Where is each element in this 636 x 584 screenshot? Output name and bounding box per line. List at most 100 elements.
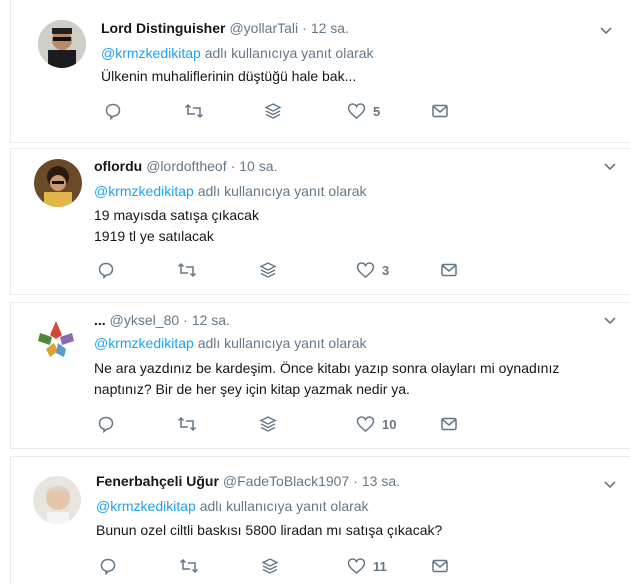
avatar-image: [38, 20, 86, 68]
chevron-down-icon[interactable]: [598, 22, 614, 38]
retweet-icon: [184, 103, 204, 119]
user-handle[interactable]: @yksel_80: [110, 312, 179, 328]
tweet-text-line: 1919 tl ye satılacak: [94, 228, 214, 244]
direct-message-button[interactable]: [440, 260, 458, 280]
reply-button[interactable]: [104, 101, 122, 121]
like-button[interactable]: 11: [347, 556, 387, 576]
direct-message-button[interactable]: [440, 414, 458, 434]
avatar[interactable]: [34, 159, 82, 207]
reply-context: @krmzkedikitap adlı kullanıcıya yanıt ol…: [101, 45, 374, 61]
display-name[interactable]: Lord Distinguisher: [101, 20, 225, 36]
chevron-down-icon[interactable]: [602, 158, 618, 174]
tweet-text-line: Ne ara yazdınız be kardeşim. Önce kitabı…: [94, 360, 560, 376]
like-count: 11: [373, 558, 387, 574]
tweet-header: Fenerbahçeli Uğur @FadeToBlack1907 · 13 sa.: [96, 473, 400, 489]
avatar[interactable]: [32, 315, 80, 363]
like-count: 10: [382, 416, 397, 432]
tweet[interactable]: Lord Distinguisher @yollarTali · 12 sa. @kr…: [0, 0, 636, 143]
like-count: 3: [382, 262, 390, 278]
heart-icon: [356, 262, 375, 278]
direct-message-button[interactable]: [431, 556, 449, 576]
display-name[interactable]: ...: [94, 312, 106, 328]
stack-icon: [264, 103, 282, 119]
reply-mention-link[interactable]: @krmzkedikitap: [101, 45, 201, 61]
reply-context-text: adlı kullanıcıya yanıt olarak: [204, 45, 374, 61]
reply-mention-link[interactable]: @krmzkedikitap: [94, 183, 194, 199]
retweet-button[interactable]: [179, 556, 199, 576]
stack-icon: [259, 416, 277, 432]
like-button[interactable]: 10: [356, 414, 396, 434]
stack-button[interactable]: [259, 260, 277, 280]
timestamp[interactable]: 13 sa.: [362, 473, 400, 489]
reply-button[interactable]: [97, 414, 115, 434]
like-button[interactable]: 3: [356, 260, 389, 280]
mail-icon: [432, 559, 448, 573]
tweet-text: Bunun ozel ciltli baskısı 5800 liradan m…: [96, 520, 442, 541]
like-count: 5: [373, 103, 381, 119]
display-name[interactable]: oflordu: [94, 158, 142, 174]
tweet-actions: 10: [94, 414, 457, 434]
stack-icon: [259, 262, 277, 278]
reply-icon: [98, 262, 114, 279]
heart-icon: [356, 416, 375, 432]
reply-icon: [105, 103, 121, 120]
separator: ·: [302, 20, 307, 36]
reply-context: @krmzkedikitap adlı kullanıcıya yanıt ol…: [94, 183, 367, 199]
chevron-down-icon[interactable]: [602, 476, 618, 492]
tweet-actions: 3: [94, 260, 457, 280]
timestamp[interactable]: 10 sa.: [239, 158, 277, 174]
stack-button[interactable]: [264, 101, 282, 121]
reply-button[interactable]: [97, 260, 115, 280]
tweet-text-line: 19 mayısda satışa çıkacak: [94, 207, 259, 223]
tweet[interactable]: oflordu @lordoftheof · 10 sa. @krmzkedikita…: [10, 148, 636, 295]
tweet-text-line: naptınız? Bir de her şey için kitap yazm…: [94, 381, 410, 397]
tweet-header: Lord Distinguisher @yollarTali · 12 sa.: [101, 20, 349, 36]
direct-message-button[interactable]: [431, 101, 449, 121]
timestamp[interactable]: 12 sa.: [311, 20, 349, 36]
avatar-image: [34, 159, 82, 207]
reply-icon: [100, 558, 116, 575]
retweet-icon: [179, 558, 199, 574]
stack-button[interactable]: [259, 414, 277, 434]
reply-icon: [98, 416, 114, 433]
tweet-actions: 11: [96, 556, 456, 576]
heart-icon: [347, 558, 366, 574]
reply-mention-link[interactable]: @krmzkedikitap: [96, 498, 196, 514]
display-name[interactable]: Fenerbahçeli Uğur: [96, 473, 219, 489]
timestamp[interactable]: 12 sa.: [192, 312, 230, 328]
reply-context-text: adlı kullanıcıya yanıt olarak: [197, 335, 367, 351]
tweet-actions: 5: [101, 101, 461, 121]
retweet-button[interactable]: [184, 101, 204, 121]
user-handle[interactable]: @FadeToBlack1907: [223, 473, 349, 489]
tweet[interactable]: ... @yksel_80 · 12 sa. @krmzkedikitap adlı …: [10, 302, 636, 449]
retweet-icon: [177, 416, 197, 432]
retweet-button[interactable]: [177, 260, 197, 280]
tweet-text-line: Bunun ozel ciltli baskısı 5800 liradan m…: [96, 522, 443, 538]
mail-icon: [441, 263, 457, 277]
user-handle[interactable]: @yollarTali: [229, 20, 298, 36]
avatar[interactable]: [38, 20, 86, 68]
stack-icon: [261, 558, 279, 574]
reply-mention-link[interactable]: @krmzkedikitap: [94, 335, 194, 351]
reply-context-text: adlı kullanıcıya yanıt olarak: [197, 183, 367, 199]
user-handle[interactable]: @lordoftheof: [146, 158, 226, 174]
retweet-button[interactable]: [177, 414, 197, 434]
tweet-text: Ülkenin muhaliflerinin düştüğü hale bak.…: [101, 66, 356, 87]
avatar[interactable]: [33, 476, 81, 524]
reply-context-text: adlı kullanıcıya yanıt olarak: [199, 498, 369, 514]
tweet-text-line: Ülkenin muhaliflerinin düştüğü hale bak.…: [101, 68, 357, 84]
separator: ·: [353, 473, 358, 489]
mail-icon: [432, 104, 448, 118]
chevron-down-icon[interactable]: [602, 312, 618, 328]
reply-button[interactable]: [99, 556, 117, 576]
heart-icon: [347, 103, 366, 119]
tweet[interactable]: Fenerbahçeli Uğur @FadeToBlack1907 · 13 sa.…: [0, 456, 636, 584]
stack-button[interactable]: [261, 556, 279, 576]
mail-icon: [441, 417, 457, 431]
reply-context: @krmzkedikitap adlı kullanıcıya yanıt ol…: [94, 335, 367, 351]
reply-context: @krmzkedikitap adlı kullanıcıya yanıt ol…: [96, 498, 369, 514]
retweet-icon: [177, 262, 197, 278]
tweet-text: Ne ara yazdınız be kardeşim. Önce kitabı…: [94, 358, 559, 400]
separator: ·: [230, 158, 236, 174]
like-button[interactable]: 5: [347, 101, 380, 121]
